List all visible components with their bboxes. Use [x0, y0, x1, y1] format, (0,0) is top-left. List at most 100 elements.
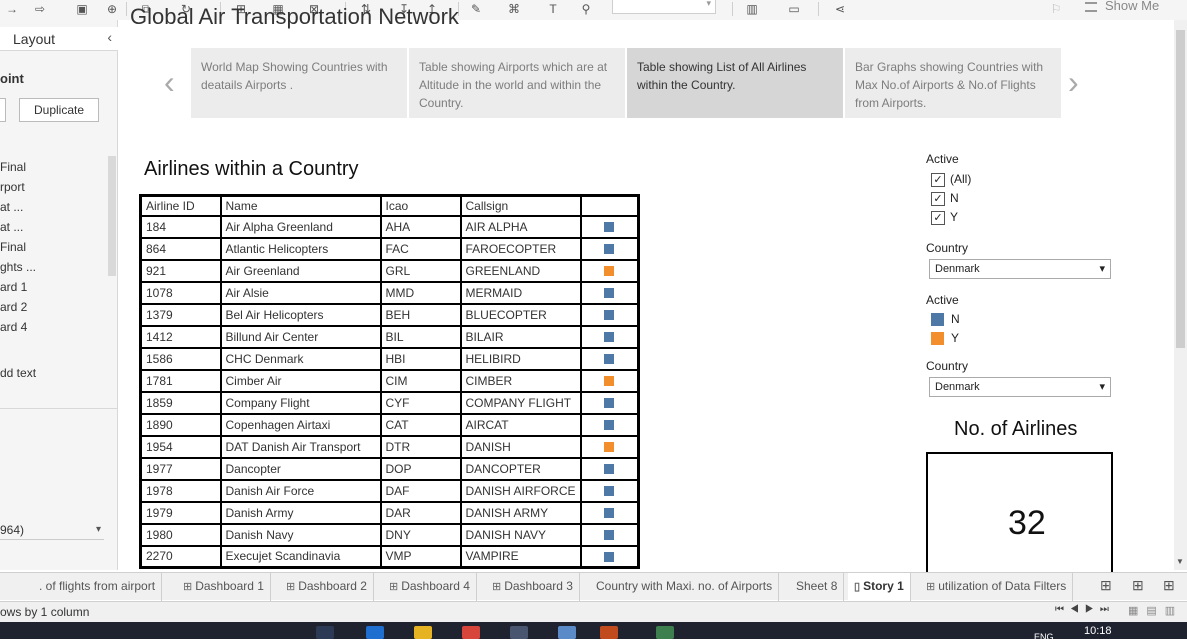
view-mode-icons[interactable]: ▦▤▥ [1128, 604, 1183, 617]
story-point-2[interactable]: Table showing Airports which are at Alti… [409, 48, 625, 118]
system-clock[interactable]: 10:18 [1084, 625, 1112, 637]
vertical-scrollbar[interactable]: ▼ [1174, 20, 1187, 570]
task-view-icon[interactable] [316, 626, 334, 639]
tab-story-1[interactable]: ▯ Story 1 [848, 573, 911, 601]
collapse-chevron-icon[interactable]: ‹ [107, 29, 112, 45]
table-row[interactable]: 1078 Air Alsie MMD MERMAID [139, 280, 640, 305]
checkbox-checked-icon[interactable]: ✓ [931, 210, 945, 225]
table-row[interactable]: 1586 CHC Denmark HBI HELIBIRD [139, 346, 640, 371]
active-filter-option-all[interactable]: ✓ (All) [931, 172, 971, 187]
table-row[interactable]: 921 Air Greenland GRL GREENLAND [139, 258, 640, 283]
tab-country-max-airports[interactable]: Country with Maxi. no. of Airports [590, 573, 780, 601]
legend-item-y[interactable]: Y [931, 331, 959, 346]
drag-to-add-text[interactable]: dd text [0, 366, 36, 380]
store-icon[interactable] [510, 626, 528, 639]
new-dashboard-icon[interactable]: ⊞ [1132, 577, 1144, 594]
forward-icon[interactable]: ⇨ [32, 1, 48, 17]
table-row[interactable]: 1979 Danish Army DAR DANISH ARMY [139, 500, 640, 525]
checkbox-checked-icon[interactable]: ✓ [931, 172, 945, 187]
table-row[interactable]: 1859 Company Flight CYF COMPANY FLIGHT [139, 390, 640, 415]
share-icon[interactable]: ⋖ [832, 1, 848, 17]
table-row[interactable]: 1954 DAT Danish Air Transport DTR DANISH [139, 434, 640, 459]
tab-dashboard-1[interactable]: ⊞ Dashboard 1 [177, 573, 271, 601]
active-color-marker [604, 376, 615, 387]
story-sheet-item[interactable]: at ... [0, 217, 106, 237]
story-prev-arrow-icon[interactable]: ‹ [164, 62, 175, 102]
highlight-icon[interactable]: ✎ [468, 1, 484, 17]
story-point-1[interactable]: World Map Showing Countries with deatail… [191, 48, 407, 118]
pin-icon[interactable]: ⚲ [578, 1, 594, 17]
table-row[interactable]: 1781 Cimber Air CIM CIMBER [139, 368, 640, 393]
tab-utilization-data-filters[interactable]: ⊞ utilization of Data Filters [920, 573, 1074, 601]
active-filter-option-n[interactable]: ✓ N [931, 191, 959, 206]
story-sheet-item[interactable]: ghts ... [0, 257, 106, 277]
table-row[interactable]: 184 Air Alpha Greenland AHA AIR ALPHA [139, 214, 640, 239]
header-callsign[interactable]: Callsign [459, 194, 582, 217]
story-sheet-item[interactable]: ard 1 [0, 277, 106, 297]
app2-icon[interactable] [656, 626, 674, 639]
fit-dropdown[interactable] [612, 0, 716, 14]
story-next-arrow-icon[interactable]: › [1068, 62, 1079, 102]
story-sheet-item[interactable]: Final [0, 157, 106, 177]
active-marker-cell [579, 236, 640, 261]
save-icon[interactable]: ▣ [74, 1, 90, 17]
country-filter-2-dropdown[interactable]: Denmark [929, 377, 1111, 397]
tab-sheet-8[interactable]: Sheet 8 [790, 573, 845, 601]
story-sheet-item[interactable]: at ... [0, 197, 106, 217]
app-icon[interactable] [600, 626, 618, 639]
legend-item-n[interactable]: N [931, 312, 960, 327]
story-sheet-item[interactable]: ard 4 [0, 317, 106, 337]
tab-label: Story 1 [863, 579, 904, 593]
new-worksheet-icon[interactable]: ⊞ [1100, 577, 1112, 594]
header-name[interactable]: Name [219, 194, 382, 217]
table-row[interactable]: 1890 Copenhagen Airtaxi CAT AIRCAT [139, 412, 640, 437]
new-story-icon[interactable]: ⊞ [1163, 577, 1175, 594]
blank-button[interactable] [0, 98, 6, 122]
table-row[interactable]: 2270 Execujet Scandinavia VMP VAMPIRE [139, 544, 640, 569]
show-me-button[interactable]: Show Me [1105, 0, 1159, 13]
name-cell: Execujet Scandinavia [219, 544, 382, 569]
story-sheet-item[interactable]: ard 2 [0, 297, 106, 317]
tab-dashboard-3[interactable]: ⊞ Dashboard 3 [486, 573, 580, 601]
group-icon[interactable]: ⌘ [506, 1, 522, 17]
story-point-4[interactable]: Bar Graphs showing Countries with Max No… [845, 48, 1061, 118]
table-row[interactable]: 1977 Dancopter DOP DANCOPTER [139, 456, 640, 481]
active-marker-cell [579, 324, 640, 349]
left-scrollbar[interactable] [108, 156, 116, 276]
table-row[interactable]: 1980 Danish Navy DNY DANISH NAVY [139, 522, 640, 547]
label-icon[interactable]: T [545, 1, 561, 17]
table-row[interactable]: 1978 Danish Air Force DAF DANISH AIRFORCE [139, 478, 640, 503]
new-datasource-icon[interactable]: ⊕ [104, 1, 120, 17]
table-row[interactable]: 864 Atlantic Helicopters FAC FAROECOPTER [139, 236, 640, 261]
icao-cell: CYF [379, 390, 462, 415]
scroll-down-arrow-icon[interactable]: ▼ [1176, 557, 1184, 566]
country-filter-dropdown[interactable]: Denmark [929, 259, 1111, 279]
scrollbar-thumb[interactable] [1176, 30, 1185, 348]
tableau-icon[interactable] [558, 626, 576, 639]
tab-flights-from-airport[interactable]: . of flights from airport [33, 573, 163, 601]
tab-dashboard-2[interactable]: ⊞ Dashboard 2 [280, 573, 374, 601]
tab-dashboard-4[interactable]: ⊞ Dashboard 4 [383, 573, 477, 601]
table-row[interactable]: 1379 Bel Air Helicopters BEH BLUECOPTER [139, 302, 640, 327]
duplicate-button[interactable]: Duplicate [19, 98, 99, 122]
story-point-3[interactable]: Table showing List of All Airlines withi… [627, 48, 843, 118]
checkbox-checked-icon[interactable]: ✓ [931, 191, 945, 206]
sheet-nav-buttons-icon[interactable]: ⏮◀▶⏭ [1055, 604, 1115, 615]
language-indicator[interactable]: ENG [1034, 632, 1054, 642]
layout-tab[interactable]: Layout ‹ [0, 27, 118, 51]
size-selector[interactable]: 964) [0, 520, 104, 540]
story-sheet-item[interactable]: rport [0, 177, 106, 197]
chrome-icon[interactable] [462, 626, 480, 639]
active-color-marker [604, 354, 615, 365]
presentation-icon[interactable]: ▭ [786, 1, 802, 17]
tooltip-icon[interactable]: ⚐ [1048, 1, 1064, 17]
show-cards-icon[interactable]: ▥ [744, 1, 760, 17]
file-explorer-icon[interactable] [414, 626, 432, 639]
edge-icon[interactable] [366, 626, 384, 639]
active-filter-option-y[interactable]: ✓ Y [931, 210, 958, 225]
redo-arrow-icon[interactable]: → [4, 1, 20, 17]
table-row[interactable]: 1412 Billund Air Center BIL BILAIR [139, 324, 640, 349]
header-icao[interactable]: Icao [379, 194, 462, 217]
header-airline-id[interactable]: Airline ID [139, 194, 222, 217]
story-sheet-item[interactable]: Final [0, 237, 106, 257]
